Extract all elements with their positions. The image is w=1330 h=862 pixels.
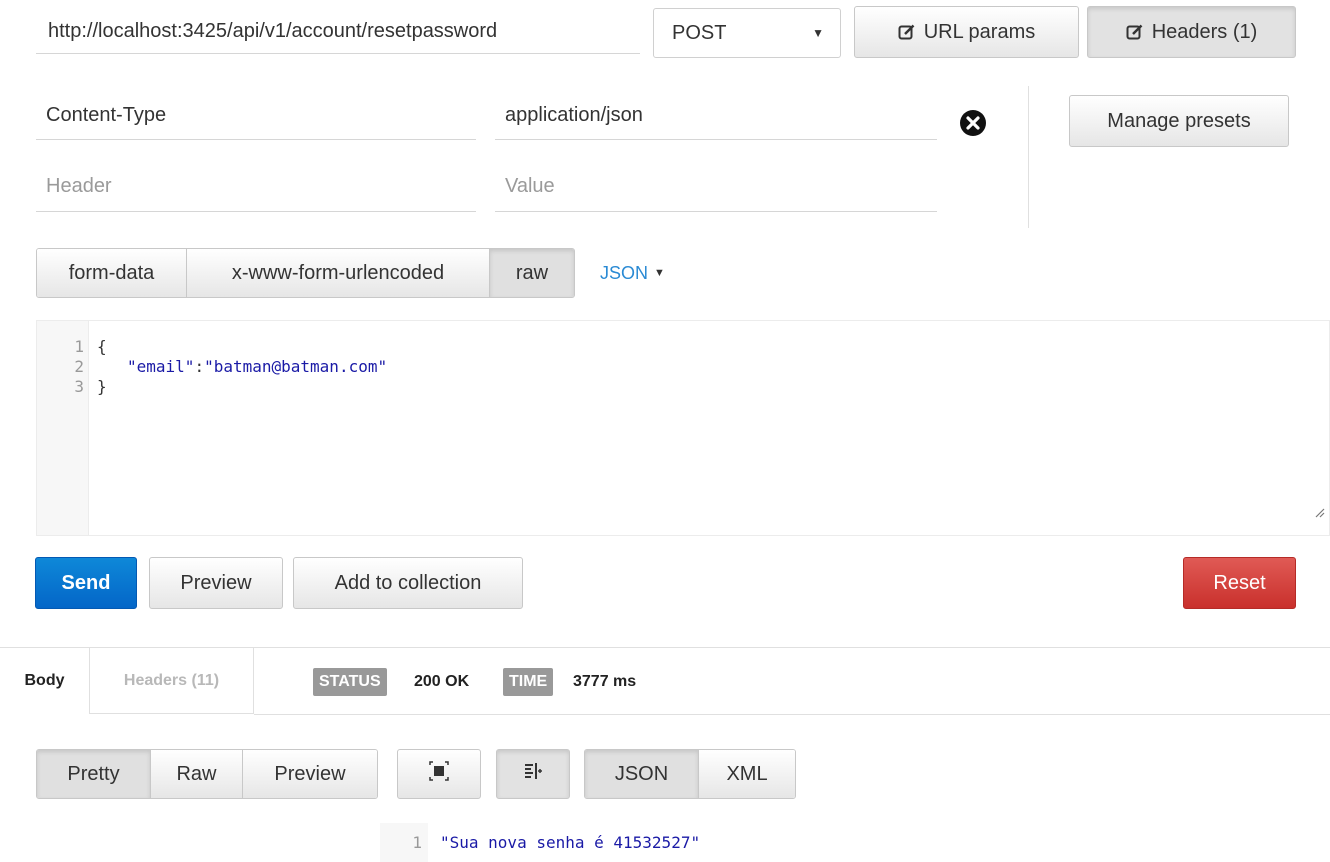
edit-icon [898,23,916,41]
code-token: "batman@batman.com" [204,357,388,376]
preview-label: Preview [180,571,252,594]
time-badge: TIME [503,668,554,696]
url-params-button[interactable]: URL params [854,6,1079,58]
format-xml[interactable]: XML [699,750,795,798]
fullscreen-button[interactable] [397,749,481,799]
line-number: 3 [74,377,84,396]
url-input[interactable]: http://localhost:3425/api/v1/account/res… [36,10,640,54]
url-text: http://localhost:3425/api/v1/account/res… [48,20,498,42]
header-value-text: application/json [505,104,643,126]
method-value: POST [672,21,727,44]
response-tab-body-label: Body [24,672,65,689]
caret-down-icon: ▼ [654,267,665,279]
code-token: "email" [127,357,195,376]
headers-toggle-label: Headers (1) [1151,20,1258,43]
view-raw[interactable]: Raw [151,750,243,798]
body-mode-raw[interactable]: raw [490,249,574,297]
status-value-text: 200 OK [414,673,470,690]
response-line-number: 1 [380,823,428,862]
view-pretty[interactable]: Pretty [37,750,151,798]
code-line: "email":"batman@batman.com" [97,357,387,377]
line-number: 2 [74,357,84,376]
response-tab-headers-label: Headers (11) [123,671,220,689]
new-header-value-placeholder: Value [505,175,555,197]
send-button[interactable]: Send [35,557,137,609]
raw-format-dropdown[interactable]: JSON ▼ [600,258,665,288]
header-value-input[interactable]: application/json [495,92,937,140]
reset-label: Reset [1213,571,1266,594]
code-line: { [97,337,387,357]
status-value: 200 OK [414,668,469,696]
add-to-collection-label: Add to collection [334,571,482,594]
body-mode-form-data[interactable]: form-data [37,249,187,297]
resize-grip-icon[interactable] [1313,505,1325,523]
body-editor[interactable]: 1 2 3 { "email":"batman@batman.com" } [36,320,1330,536]
dropdown-arrow-icon: ▼ [812,26,824,40]
manage-presets-button[interactable]: Manage presets [1069,95,1289,147]
status-badge-label: STATUS [319,673,381,690]
status-badge: STATUS [313,668,387,696]
editor-code: { "email":"batman@batman.com" } [97,337,387,397]
time-value-text: 3777 ms [573,673,637,690]
headers-toggle-button[interactable]: Headers (1) [1087,6,1296,58]
code-line: } [97,377,387,397]
remove-header-icon[interactable] [958,108,988,138]
headers-divider [1028,86,1029,228]
new-header-key-placeholder: Header [46,175,112,197]
code-token: : [194,357,205,376]
reset-button[interactable]: Reset [1183,557,1296,609]
response-tab-headers[interactable]: Headers (11) [90,648,254,714]
response-tab-bottom-line [254,714,1330,715]
header-key-input[interactable]: Content-Type [36,92,476,140]
response-format-tabs: JSON XML [584,749,796,799]
send-label: Send [61,571,111,594]
manage-presets-label: Manage presets [1107,109,1251,132]
view-preview[interactable]: Preview [243,750,377,798]
body-mode-tabs: form-data x-www-form-urlencoded raw [36,248,575,298]
response-tab-body[interactable]: Body [0,648,90,714]
wrap-lines-button[interactable] [496,749,570,799]
raw-format-label: JSON [600,262,649,283]
fullscreen-icon [429,761,449,787]
body-mode-urlencoded[interactable]: x-www-form-urlencoded [187,249,490,297]
url-params-label: URL params [923,20,1036,43]
time-badge-label: TIME [509,673,548,690]
code-token: { [97,337,107,356]
response-body-text: "Sua nova senha é 41532527" [440,833,701,852]
editor-gutter: 1 2 3 [37,321,89,535]
add-to-collection-button[interactable]: Add to collection [293,557,523,609]
new-header-key-input[interactable]: Header [36,162,476,212]
response-view-tabs: Pretty Raw Preview [36,749,378,799]
code-token: } [97,377,107,396]
line-number: 1 [74,337,84,356]
format-json[interactable]: JSON [585,750,699,798]
header-key-text: Content-Type [46,104,167,126]
new-header-value-input[interactable]: Value [495,162,937,212]
time-value: 3777 ms [573,668,636,696]
edit-icon [1126,23,1144,41]
method-select[interactable]: POST ▼ [653,8,841,58]
preview-button[interactable]: Preview [149,557,283,609]
wrap-lines-icon [523,761,543,787]
